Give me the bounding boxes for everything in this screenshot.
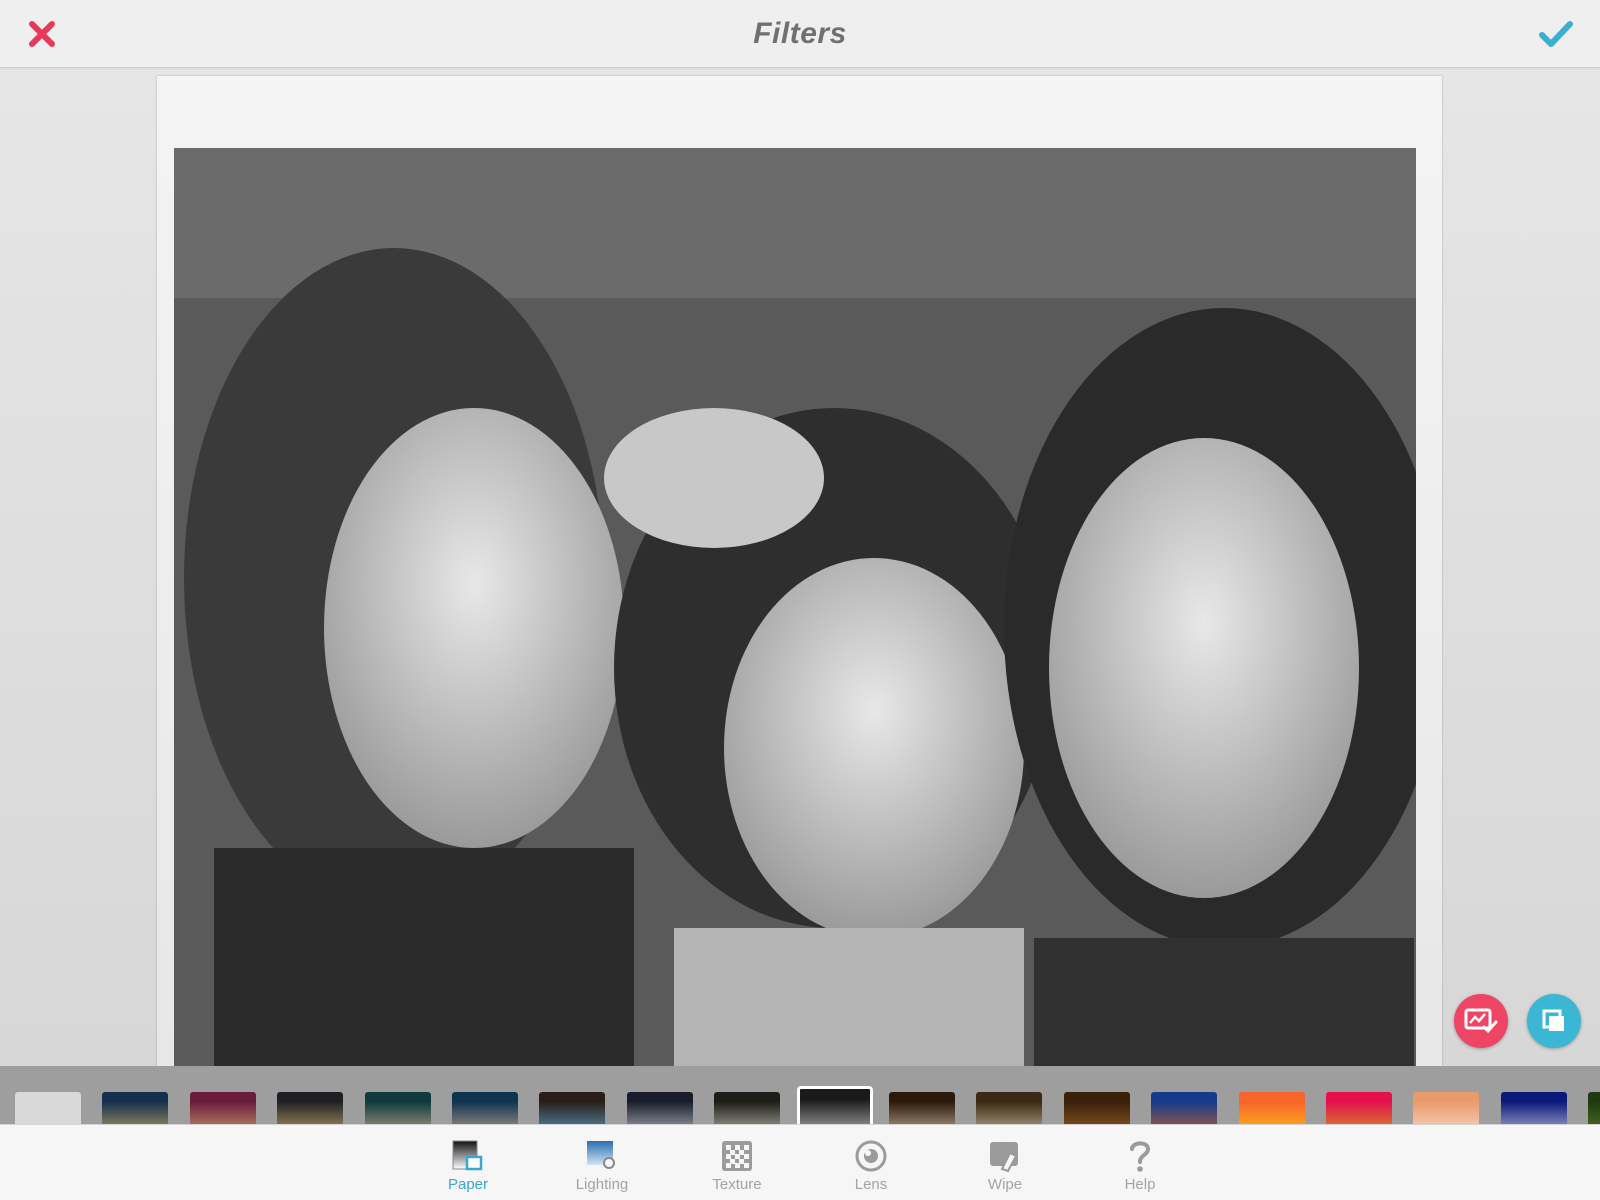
filter-indigo[interactable]: Indigo [91,1066,179,1124]
copy-button[interactable] [1527,994,1581,1048]
tab-help[interactable]: Help [1085,1125,1195,1200]
filter-bw-cool[interactable]: BW Cool [616,1066,704,1124]
tab-lighting[interactable]: Lighting [547,1125,657,1200]
filter-copper[interactable]: Copper [179,1066,267,1124]
lighting-icon [584,1138,620,1174]
tab-label: Wipe [987,1176,1023,1193]
help-icon [1122,1138,1158,1174]
close-x-icon [29,21,55,47]
photo-workspace: OriginalIndigoCopperGoldTealSapphireAzur… [0,68,1600,1124]
filter-swatch [976,1092,1043,1124]
filter-swatch [1413,1092,1480,1124]
filter-bw-silver[interactable]: BW Silver [791,1066,879,1124]
filter-teal[interactable]: Teal [354,1066,442,1124]
filter-swatch [1238,1092,1305,1124]
filter-swatch [102,1092,169,1124]
done-button[interactable] [1534,14,1578,54]
filter-azure[interactable]: Azure [528,1066,616,1124]
filter-swatch [364,1092,431,1124]
filter-swatch [1151,1092,1218,1124]
wipe-icon [987,1138,1023,1174]
tab-label: Lighting [575,1176,629,1193]
filter-tawny[interactable]: Tawny [1140,1066,1228,1124]
tab-label: Help [1124,1176,1156,1193]
filter-swatch [1500,1092,1567,1124]
tab-texture[interactable]: Texture [682,1125,792,1200]
photo-illustration [174,148,1442,1066]
edited-photo [157,76,1442,1066]
tab-label: Paper [447,1176,489,1193]
page-title: Filters [753,16,847,50]
filter-original[interactable]: Original [4,1066,92,1124]
filter-swatch [796,1086,873,1124]
filter-swatch [15,1092,81,1124]
filter-swatch [277,1092,344,1124]
copy-layers-icon [1542,1009,1564,1031]
texture-icon [719,1138,755,1174]
filter-fawn[interactable]: Fawn [1402,1066,1490,1124]
filter-swatch [189,1092,256,1124]
compare-button[interactable] [1454,994,1508,1048]
filter-swatch [1063,1092,1130,1124]
filter-bw-warm[interactable]: BW Warm [703,1066,791,1124]
filter-swatch [1588,1092,1600,1124]
tab-paper[interactable]: Paper [413,1125,523,1200]
filter-swatch [452,1092,518,1124]
filter-sapphire[interactable]: Sapphire [441,1066,529,1124]
filter-zaffre[interactable]: Zaffre [1490,1066,1578,1124]
tab-wipe[interactable]: Wipe [950,1125,1060,1200]
filter-old-days[interactable]: Old Days [965,1066,1053,1124]
filter-swatch [1326,1092,1392,1124]
filter-sepia[interactable]: Sepia [878,1066,966,1124]
filter-partial[interactable] [1577,1066,1600,1124]
tab-lens[interactable]: Lens [816,1125,926,1200]
filter-swatch [714,1092,781,1124]
filter-gold[interactable]: Gold [266,1066,354,1124]
filter-fulvous[interactable]: Fulvous [1228,1066,1316,1124]
tab-label: Lens [854,1176,888,1193]
checkmark-icon [1539,21,1573,47]
filter-antique[interactable]: Antique [1053,1066,1141,1124]
photo-image-area [174,148,1442,1066]
tab-label: Texture [712,1176,762,1193]
paper-icon [450,1138,486,1174]
top-bar: Filters [0,0,1600,68]
filter-swatch [626,1092,693,1124]
filter-swatch [889,1092,955,1124]
bottom-tab-bar: Paper Lighting Texture Lens Wipe Help [0,1124,1600,1200]
filter-citrine[interactable]: Citrine [1315,1066,1403,1124]
filter-swatch [539,1092,606,1124]
close-button[interactable] [22,14,62,54]
filter-strip: OriginalIndigoCopperGoldTealSapphireAzur… [0,1066,1600,1124]
compare-image-icon [1464,1008,1498,1034]
lens-icon [853,1138,889,1174]
